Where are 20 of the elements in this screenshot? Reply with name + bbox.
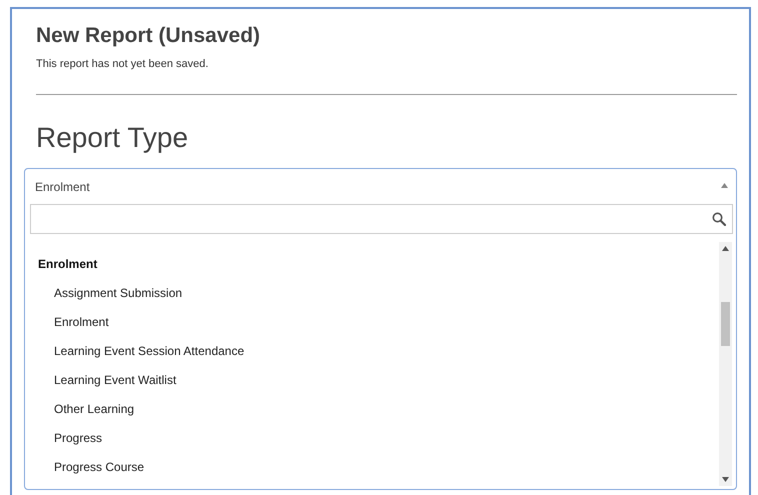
- caret-icon[interactable]: [721, 183, 728, 188]
- dropdown-option[interactable]: Learning Event Session Attendance: [38, 344, 719, 373]
- search-field[interactable]: [30, 204, 733, 234]
- scroll-down-icon[interactable]: [722, 477, 729, 482]
- scrollbar-thumb[interactable]: [721, 302, 730, 346]
- report-type-dropdown[interactable]: Enrolment Enrolment Assignment Submission Enrolment Learning Event Session Attendance Learning Event Waitlist Other Learning Progress Progress Course: [24, 168, 737, 490]
- option-group-label: Enrolment: [38, 257, 98, 273]
- dropdown-option[interactable]: Progress: [38, 431, 719, 460]
- save-status-text: This report has not yet been saved.: [36, 58, 210, 70]
- dropdown-option[interactable]: Learning Event Waitlist: [38, 373, 719, 402]
- dropdown-option[interactable]: Other Learning: [38, 402, 719, 431]
- scrollbar[interactable]: [719, 242, 732, 486]
- selected-value: Enrolment: [35, 180, 90, 194]
- report-title: New Report (Unsaved): [36, 23, 262, 49]
- dropdown-option[interactable]: Enrolment: [38, 315, 719, 344]
- scroll-up-icon[interactable]: [722, 246, 729, 251]
- section-heading: Report Type: [36, 122, 190, 154]
- search-icon: [712, 212, 726, 226]
- dropdown-option[interactable]: Progress Course: [38, 460, 719, 489]
- dropdown-option[interactable]: Assignment Submission: [38, 286, 719, 315]
